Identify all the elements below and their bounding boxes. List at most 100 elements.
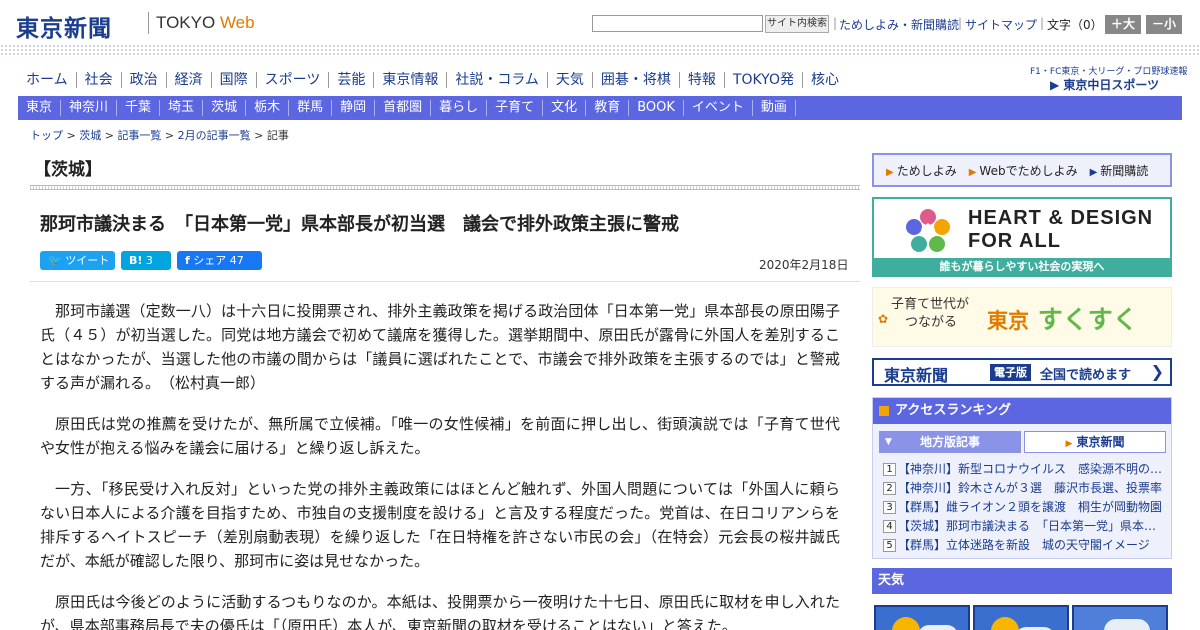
breadcrumb: トップ > 茨城 > 記事一覧 > 2月の記事一覧 > 記事 <box>30 127 289 143</box>
ranking-item[interactable]: 4 【茨城】那珂市議決まる 「日本第一党」県本部長 <box>883 517 1163 536</box>
region-kanagawa[interactable]: 神奈川 <box>61 100 118 116</box>
nav-sports[interactable]: スポーツ <box>257 72 330 88</box>
ranking-item-title: 【群馬】雌ライオン２頭を譲渡 桐生が岡動物園 <box>898 500 1163 514</box>
sidebar-trial-link[interactable]: ▶ ためしよみ <box>886 162 957 179</box>
arrow-right-icon: ▶ <box>968 166 977 178</box>
heart-design-caption: 誰もが暮らしやすい社会の実現へ <box>874 258 1170 275</box>
triangle-down-icon: ▼ <box>885 437 892 447</box>
ranking-item[interactable]: 2 【神奈川】鈴木さんが３選 藤沢市長選、投票率 <box>883 479 1163 498</box>
sukusuku-banner[interactable]: ✿ 子育て世代が つながる 東京 すくすく <box>872 287 1172 347</box>
weather-header: 天気 <box>872 568 1172 594</box>
region-shizuoka[interactable]: 静岡 <box>332 100 376 116</box>
nav-entertainment[interactable]: 芸能 <box>329 72 375 88</box>
main-nav: ホーム 社会 政治 経済 国際 スポーツ 芸能 東京情報 社説・コラム 天気 囲… <box>18 69 847 91</box>
region-chiba[interactable]: 千葉 <box>117 100 161 116</box>
breadcrumb-february-list[interactable]: 2月の記事一覧 <box>178 129 251 142</box>
tweet-button[interactable]: 🐦 ツイート <box>40 251 115 270</box>
nav-politics[interactable]: 政治 <box>122 72 167 88</box>
breadcrumb-current: 記事 <box>266 129 289 142</box>
rank-number: 1 <box>883 463 896 476</box>
sidebar-web-trial-link[interactable]: ▶ Webでためしよみ <box>969 162 1078 179</box>
heart-design-banner[interactable]: HEART & DESIGN FOR ALL 誰もが暮らしやすい社会の実現へ <box>872 197 1172 277</box>
tokyo-web-logo[interactable]: TOKYO Web <box>156 13 255 33</box>
breadcrumb-article-list[interactable]: 記事一覧 <box>117 129 161 142</box>
hatena-icon: B! <box>129 254 143 267</box>
nav-editorial[interactable]: 社説・コラム <box>447 72 548 88</box>
site-logo[interactable]: 東京新聞 <box>16 9 112 43</box>
region-education[interactable]: 教育 <box>586 100 630 116</box>
trial-subscribe-link[interactable]: ためしよみ・新聞購読 <box>839 16 959 33</box>
flower-icon: ✿ <box>878 312 889 326</box>
article-paragraph: 原田氏は党の推薦を受けたが、無所属で立候補。「唯一の女性候補」を前面に押し出し、… <box>40 415 840 457</box>
facebook-share-label: シェア <box>193 254 227 267</box>
weather-tile[interactable] <box>874 605 970 630</box>
nav-society[interactable]: 社会 <box>77 72 122 88</box>
font-size-label: 文字（0） <box>1047 18 1103 32</box>
region-living[interactable]: 暮らし <box>431 100 488 116</box>
breadcrumb-sep: > <box>161 129 178 142</box>
ranking-item[interactable]: 1【神奈川】新型コロナウイルス 感染源不明の市内男性 <box>883 460 1163 479</box>
sidebar-subscribe-link[interactable]: ▶ 新聞購読 <box>1090 162 1149 179</box>
site-search-button[interactable]: サイト内検索 <box>765 15 829 33</box>
site-search-input[interactable] <box>592 15 763 32</box>
nav-international[interactable]: 国際 <box>212 72 257 88</box>
region-book[interactable]: BOOK <box>629 100 684 116</box>
weather-tile[interactable] <box>973 605 1069 630</box>
chunichi-sports-name: 東京中日スポーツ <box>1063 78 1160 92</box>
region-saitama[interactable]: 埼玉 <box>160 100 204 116</box>
digital-edition-badge: 電子版 <box>990 364 1031 381</box>
region-ibaraki[interactable]: 茨城 <box>203 100 247 116</box>
region-parenting[interactable]: 子育て <box>487 100 544 116</box>
heart-design-title: HEART & DESIGN FOR ALL <box>968 207 1153 253</box>
region-shutoken[interactable]: 首都圏 <box>375 100 432 116</box>
ranking-item-title: 【神奈川】新型コロナウイルス 感染源不明の市内男性 <box>898 462 1163 476</box>
rank-number: 3 <box>883 501 896 514</box>
sukusuku-name: すくすく <box>1037 305 1138 334</box>
breadcrumb-sep: > <box>63 129 80 142</box>
digital-edition-banner[interactable]: 東京新聞 電子版 全国で読めます ❯ <box>872 358 1172 386</box>
subscription-links: ▶ ためしよみ ▶ Webでためしよみ ▶ 新聞購読 <box>872 153 1172 187</box>
weather-tile[interactable] <box>1072 605 1168 630</box>
logo-divider <box>148 12 149 34</box>
nav-weather[interactable]: 天気 <box>548 72 593 88</box>
tab-local-articles[interactable]: ▼ 地方版記事 <box>879 431 1021 453</box>
chunichi-sports-logo[interactable]: ▶ 東京中日スポーツ <box>1050 76 1159 93</box>
nav-tokuho[interactable]: 特報 <box>680 72 725 88</box>
hatena-bookmark-button[interactable]: B! 3 <box>121 251 171 270</box>
access-ranking: アクセスランキング ▼ 地方版記事 ▶ 東京新聞 1 【神奈川】新型コロナウイルス… <box>872 397 1172 559</box>
tab-tokyo-shimbun[interactable]: ▶ 東京新聞 <box>1024 431 1166 453</box>
heart-design-line2: FOR ALL <box>968 230 1061 252</box>
font-larger-button[interactable]: ＋大 <box>1105 15 1141 34</box>
nav-tokyo-info[interactable]: 東京情報 <box>374 72 448 88</box>
nav-tokyo-hatsu[interactable]: TOKYO発 <box>725 72 803 88</box>
region-tokyo[interactable]: 東京 <box>18 100 62 116</box>
sidebar-trial-label: ためしよみ <box>896 163 957 178</box>
ranking-item[interactable]: 3 【群馬】雌ライオン２頭を譲渡 桐生が岡動物園 <box>883 498 1163 517</box>
chevron-right-icon: ❯ <box>1150 362 1164 381</box>
ranking-item[interactable]: 5 【群馬】立体迷路を新設 城の天守閣イメージ <box>883 536 1163 555</box>
region-tochigi[interactable]: 栃木 <box>246 100 290 116</box>
nav-economy[interactable]: 経済 <box>167 72 212 88</box>
nav-go-shogi[interactable]: 囲碁・将棋 <box>593 72 680 88</box>
sitemap-link[interactable]: サイトマップ <box>965 16 1037 33</box>
sukusuku-logo: 東京 すくすく <box>987 300 1138 336</box>
header-dotted-rule <box>0 44 1200 56</box>
font-smaller-button[interactable]: －小 <box>1146 15 1182 34</box>
region-culture[interactable]: 文化 <box>543 100 587 116</box>
region-gunma[interactable]: 群馬 <box>289 100 333 116</box>
cloud-icon <box>918 625 958 630</box>
article-paragraph: 一方、「移民受け入れ反対」といった党の排外主義政策にはほとんど触れず、外国人問題… <box>40 480 840 570</box>
article-date: 2020年2月18日 <box>759 258 849 272</box>
facebook-share-button[interactable]: f シェア 47 <box>177 251 262 270</box>
sun-icon <box>991 617 1019 630</box>
site-header: 東京新聞 TOKYO Web サイト内検索 | ためしよみ・新聞購読 | サイト… <box>0 0 1200 46</box>
breadcrumb-ibaraki[interactable]: 茨城 <box>79 129 101 142</box>
region-event[interactable]: イベント <box>684 100 753 116</box>
tweet-label: ツイート <box>65 254 110 267</box>
region-video[interactable]: 動画 <box>753 100 796 116</box>
breadcrumb-top[interactable]: トップ <box>30 129 63 142</box>
nav-home[interactable]: ホーム <box>18 72 77 88</box>
nav-kakushin[interactable]: 核心 <box>803 72 847 88</box>
twitter-bird-icon: 🐦 <box>48 254 62 267</box>
tab-tokyo-label: 東京新聞 <box>1076 435 1125 449</box>
